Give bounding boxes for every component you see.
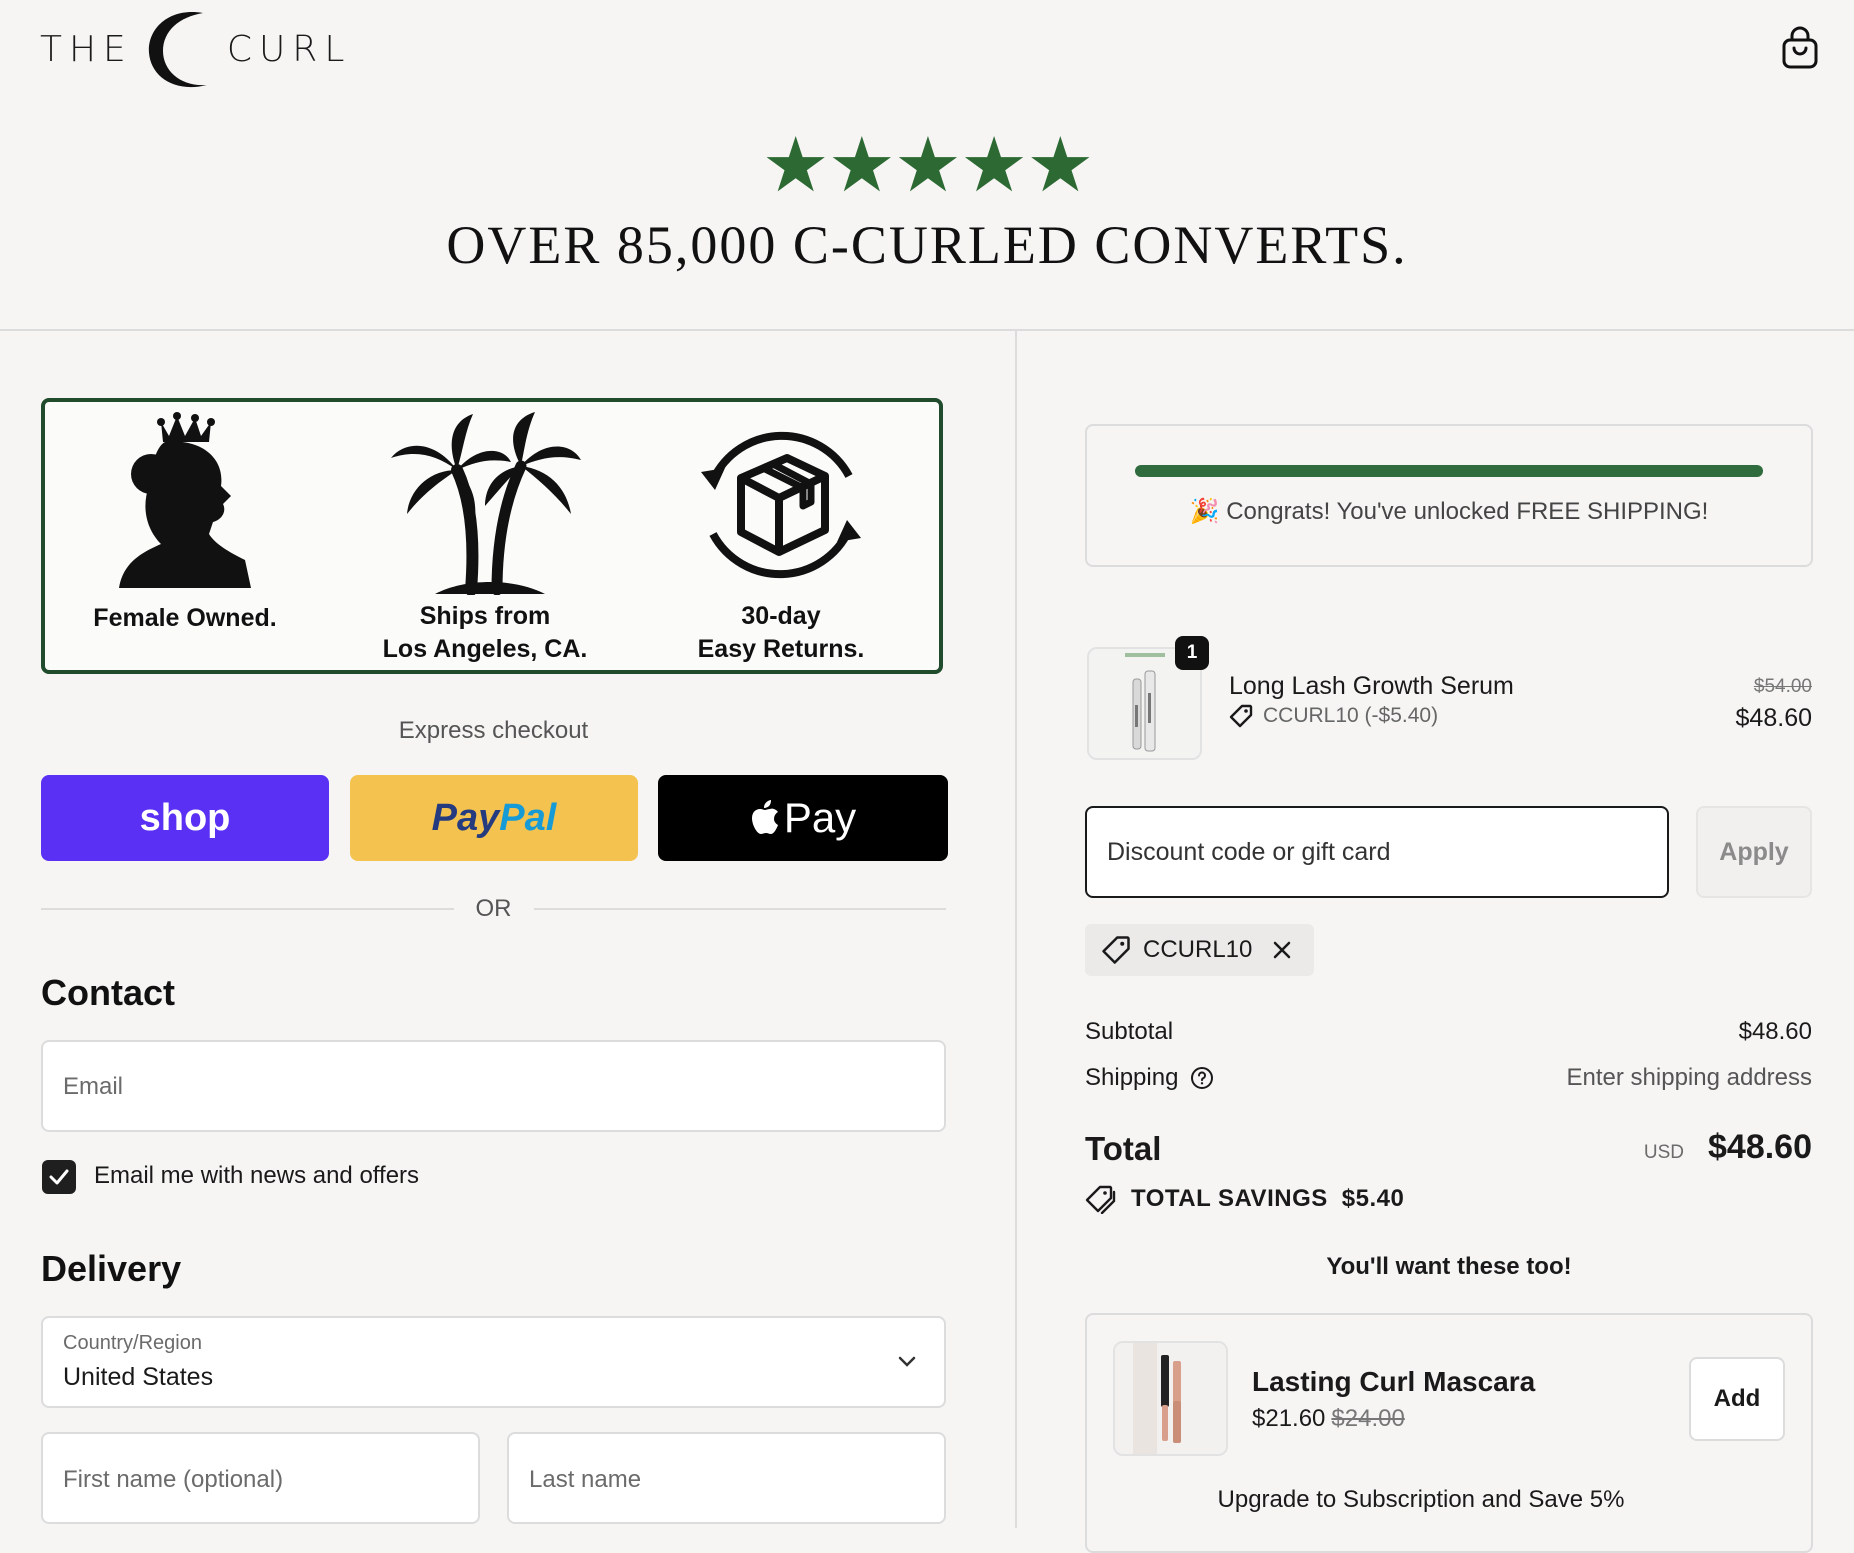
trust-item-female-owned: Female Owned.: [93, 412, 277, 632]
savings-value: $5.40: [1341, 1185, 1405, 1212]
box-return-icon: [701, 431, 861, 579]
free-shipping-message: 🎉 Congrats! You've unlocked FREE SHIPPIN…: [1189, 498, 1709, 525]
contact-heading: Contact: [41, 972, 175, 1013]
checkmark-icon: [49, 1169, 69, 1185]
total-label: Total: [1085, 1130, 1162, 1167]
applied-code-text: CCURL10: [1143, 936, 1253, 963]
subtotal-value: $48.60: [1738, 1018, 1812, 1045]
trust-label-ships-from: Ships from Los Angeles, CA.: [382, 602, 588, 663]
product-name: Long Lash Growth Serum: [1229, 672, 1514, 700]
last-name-field[interactable]: Last name: [507, 1432, 946, 1524]
express-checkout-label: Express checkout: [398, 717, 589, 744]
free-shipping-banner: [1085, 424, 1813, 567]
chevron-down-icon: [898, 1356, 916, 1367]
apple-pay-label: Pay: [783, 794, 857, 841]
shipping-label: Shipping: [1085, 1064, 1179, 1091]
country-label: Country/Region: [63, 1332, 202, 1354]
shopping-bag-icon[interactable]: [1780, 26, 1820, 70]
shop-pay-button[interactable]: shop: [41, 775, 329, 861]
upsell-price: $21.60 $24.00: [1252, 1405, 1405, 1433]
newsletter-checkbox[interactable]: [42, 1160, 76, 1194]
country-select[interactable]: Country/Region United States: [41, 1316, 946, 1408]
paypal-button[interactable]: Pay Pal: [350, 775, 638, 861]
upsell-current-price: $21.60: [1252, 1405, 1326, 1432]
queen-silhouette-icon: [119, 412, 251, 588]
email-field[interactable]: Email: [41, 1040, 946, 1132]
palm-trees-icon: [391, 412, 581, 596]
apple-pay-button[interactable]: Pay: [658, 775, 948, 861]
tags-icon: [1085, 1185, 1116, 1214]
upsell-title: You'll want these too!: [1326, 1253, 1572, 1280]
apply-discount-button[interactable]: Apply: [1696, 806, 1812, 898]
email-placeholder: Email: [63, 1073, 124, 1100]
trust-banner: Female Owned. Ships from Los Angeles, CA…: [41, 398, 943, 674]
tag-icon: [1229, 704, 1253, 728]
discount-code-input[interactable]: Discount code or gift card: [1085, 806, 1669, 898]
shipping-progress-bar: [1135, 465, 1763, 477]
shipping-row-label: Shipping: [1085, 1064, 1214, 1092]
shipping-value: Enter shipping address: [1566, 1064, 1812, 1091]
close-icon[interactable]: [1272, 940, 1292, 960]
total-currency: USD: [1643, 1142, 1684, 1163]
subtotal-label: Subtotal: [1085, 1018, 1174, 1045]
column-divider: [1015, 331, 1017, 1528]
or-divider: OR: [41, 895, 946, 923]
crescent-logo-icon: [148, 12, 207, 88]
newsletter-label: Email me with news and offers: [94, 1162, 420, 1189]
quantity-badge: 1: [1175, 636, 1209, 670]
product-original-price: $54.00: [1753, 676, 1812, 697]
product-price: $48.60: [1735, 704, 1812, 732]
product-discount-text: CCURL10 (-$5.40): [1263, 704, 1439, 727]
paypal-label-pal: Pal: [499, 796, 557, 839]
last-name-placeholder: Last name: [529, 1466, 642, 1493]
mascara-image: [1115, 1343, 1226, 1454]
upsell-thumbnail: [1113, 1341, 1228, 1456]
product-discount: CCURL10 (-$5.40): [1229, 704, 1438, 728]
or-line-left: [41, 908, 454, 910]
trust-item-ships-from: Ships from Los Angeles, CA.: [383, 410, 587, 663]
rating-stars: ★★★★★: [761, 123, 1095, 208]
first-name-field[interactable]: First name (optional): [41, 1432, 480, 1524]
savings-label: TOTAL SAVINGS: [1131, 1185, 1328, 1212]
trust-item-returns: 30-day Easy Returns.: [691, 420, 871, 663]
tag-icon: [1102, 936, 1130, 964]
country-value: United States: [63, 1363, 214, 1391]
logo-text-left: THE: [40, 28, 133, 70]
delivery-heading: Delivery: [41, 1248, 182, 1289]
applied-code-chip: CCURL10: [1085, 924, 1315, 976]
total-amount: $48.60: [1708, 1128, 1812, 1166]
upsell-add-button[interactable]: Add: [1689, 1357, 1785, 1441]
help-circle-icon[interactable]: [1190, 1066, 1214, 1090]
or-line-right: [533, 908, 946, 910]
apple-logo-icon: [751, 800, 778, 834]
logo-text-right: CURL: [226, 28, 352, 70]
brand-logo[interactable]: THE CURL: [40, 6, 351, 92]
paypal-label-pay: Pay: [431, 796, 500, 839]
first-name-placeholder: First name (optional): [63, 1466, 284, 1493]
page-headline: OVER 85,000 C-CURLED CONVERTS.: [446, 215, 1408, 275]
header-divider: [0, 329, 1854, 331]
upsell-product-name: Lasting Curl Mascara: [1252, 1366, 1536, 1397]
upsell-old-price: $24.00: [1331, 1405, 1405, 1432]
or-label: OR: [475, 895, 512, 922]
shop-pay-label: shop: [139, 796, 231, 839]
trust-label-returns: 30-day Easy Returns.: [697, 602, 865, 663]
discount-placeholder: Discount code or gift card: [1107, 838, 1391, 866]
trust-label-female-owned: Female Owned.: [93, 604, 277, 632]
subscription-upgrade-text[interactable]: Upgrade to Subscription and Save 5%: [1085, 1486, 1757, 1514]
total-savings: TOTAL SAVINGS $5.40: [1085, 1184, 1404, 1214]
